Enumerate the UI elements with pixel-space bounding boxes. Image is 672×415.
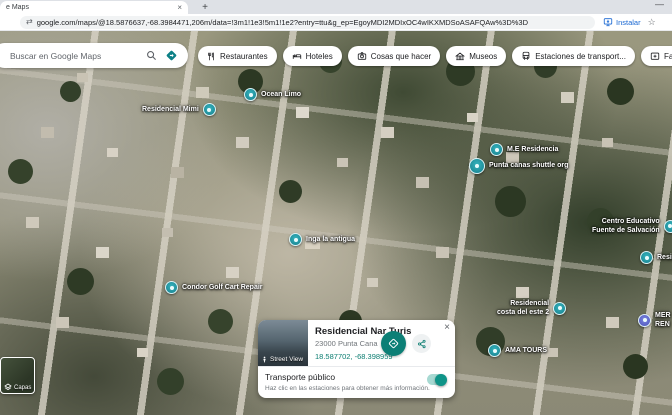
url-text: google.com/maps/@18.5876637,-68.3984471,… [37,18,589,27]
poi-label: MERREN [655,311,671,330]
poi-label: Centro EducativoFuente de Salvación [592,217,660,236]
poi-label: Ocean Limo [261,90,301,99]
browser-window: e Maps × + — ⇄ google.com/maps/@18.58766… [0,0,672,415]
chip-label: Cosas que hacer [371,52,431,61]
layers-icon [4,383,12,391]
address-field[interactable]: ⇄ google.com/maps/@18.5876637,-68.398447… [20,16,595,29]
poi-label: AMA TOURS [505,346,547,355]
poi-reside-cutoff[interactable]: Reside [640,251,672,264]
poi-ocean-limo[interactable]: Ocean Limo [244,88,301,101]
transit-section: Transporte público Haz clic en las estac… [258,367,455,398]
poi-inga-la-antigua[interactable]: Inga la antigua [289,233,355,246]
poi-label: M.E Residencia [507,145,558,154]
map-canvas[interactable]: Restaurantes Hoteles Cosas que hacer [0,31,672,415]
tab-close-icon[interactable]: × [177,4,182,12]
poi-label: Punta canas shuttle org [489,161,568,170]
street-view-label: Street View [261,356,303,363]
pegman-icon [261,356,268,363]
street-view-thumbnail[interactable]: Street View [258,320,308,366]
new-tab-button[interactable]: + [198,0,212,14]
chip-hoteles[interactable]: Hoteles [283,46,342,66]
chip-museos[interactable]: Museos [446,46,506,66]
chip-cosas-que-hacer[interactable]: Cosas que hacer [348,46,440,66]
chip-label: Farmacias [664,52,672,61]
poi-residencial-mimi[interactable]: Residencial Mimi [142,103,216,116]
search-box [0,43,188,68]
window-minimize-button[interactable]: — [655,0,664,9]
category-chips-row: Restaurantes Hoteles Cosas que hacer [198,46,672,66]
transit-icon [521,51,531,61]
install-app-button[interactable]: Instalar [603,17,641,27]
poi-marker-icon[interactable] [203,103,216,116]
poi-marker-icon[interactable] [488,344,501,357]
restaurant-icon [207,52,216,61]
place-card-actions [381,331,431,356]
poi-marker-icon[interactable] [469,158,485,174]
museum-icon [455,51,465,61]
bed-icon [292,51,302,61]
place-card: Street View Residencial Nar Turis 23000 … [258,320,455,398]
transit-subtitle: Haz clic en las estaciones para obtener … [265,385,448,392]
chip-label: Estaciones de transport... [535,52,626,61]
poi-label: Residencialcosta del este 2 [497,299,549,318]
layers-widget[interactable]: Capas [0,357,35,394]
poi-label: Residencial Mimi [142,105,199,114]
place-card-main: Street View Residencial Nar Turis 23000 … [258,320,455,366]
chip-estaciones-transporte[interactable]: Estaciones de transport... [512,46,635,66]
layers-label: Capas [14,385,31,391]
poi-marker-icon[interactable] [638,314,651,327]
tab-google-maps[interactable]: e Maps × [0,1,188,14]
search-icon[interactable] [146,50,157,61]
poi-marker-icon[interactable] [490,143,503,156]
poi-residencial-costa-del-este[interactable]: Residencialcosta del este 2 [497,299,566,318]
chip-farmacias[interactable]: Farmacias [641,46,672,66]
poi-marker-icon[interactable] [640,251,653,264]
share-button[interactable] [412,334,431,353]
transit-title: Transporte público [265,372,448,382]
directions-button[interactable] [381,331,406,356]
pharmacy-icon [650,51,660,61]
close-icon[interactable]: × [444,322,450,333]
poi-marker-icon[interactable] [664,220,672,233]
chip-label: Restaurantes [220,52,268,61]
install-label: Instalar [616,18,641,27]
poi-punta-canas-shuttle[interactable]: Punta canas shuttle org [469,158,568,174]
chip-label: Museos [469,52,497,61]
transit-toggle[interactable] [427,374,447,385]
poi-marker-icon[interactable] [244,88,257,101]
url-bar: ⇄ google.com/maps/@18.5876637,-68.398447… [0,14,672,31]
site-info-icon[interactable]: ⇄ [26,18,33,26]
bookmark-star-icon[interactable]: ☆ [648,17,656,28]
transit-toggle-knob [435,374,447,386]
chip-restaurantes[interactable]: Restaurantes [198,46,277,66]
poi-marker-icon[interactable] [553,302,566,315]
install-icon [603,17,613,27]
poi-label: Reside [657,253,672,262]
camera-icon [357,51,367,61]
search-input[interactable] [10,51,146,61]
poi-marker-icon[interactable] [165,281,178,294]
tab-title: e Maps [6,4,177,11]
poi-centro-educativo[interactable]: Centro EducativoFuente de Salvación [592,217,672,236]
poi-label: Condor Golf Cart Repair [182,283,263,292]
poi-me-residencia[interactable]: M.E Residencia [490,143,558,156]
directions-icon[interactable] [165,49,178,62]
poi-label: Inga la antigua [306,235,355,244]
poi-mer-ren-cutoff[interactable]: MERREN [638,311,671,330]
poi-condor-golf-cart-repair[interactable]: Condor Golf Cart Repair [165,281,263,294]
tab-strip: e Maps × + — [0,0,672,14]
poi-marker-icon[interactable] [289,233,302,246]
chip-label: Hoteles [306,52,333,61]
poi-ama-tours[interactable]: AMA TOURS [488,344,547,357]
